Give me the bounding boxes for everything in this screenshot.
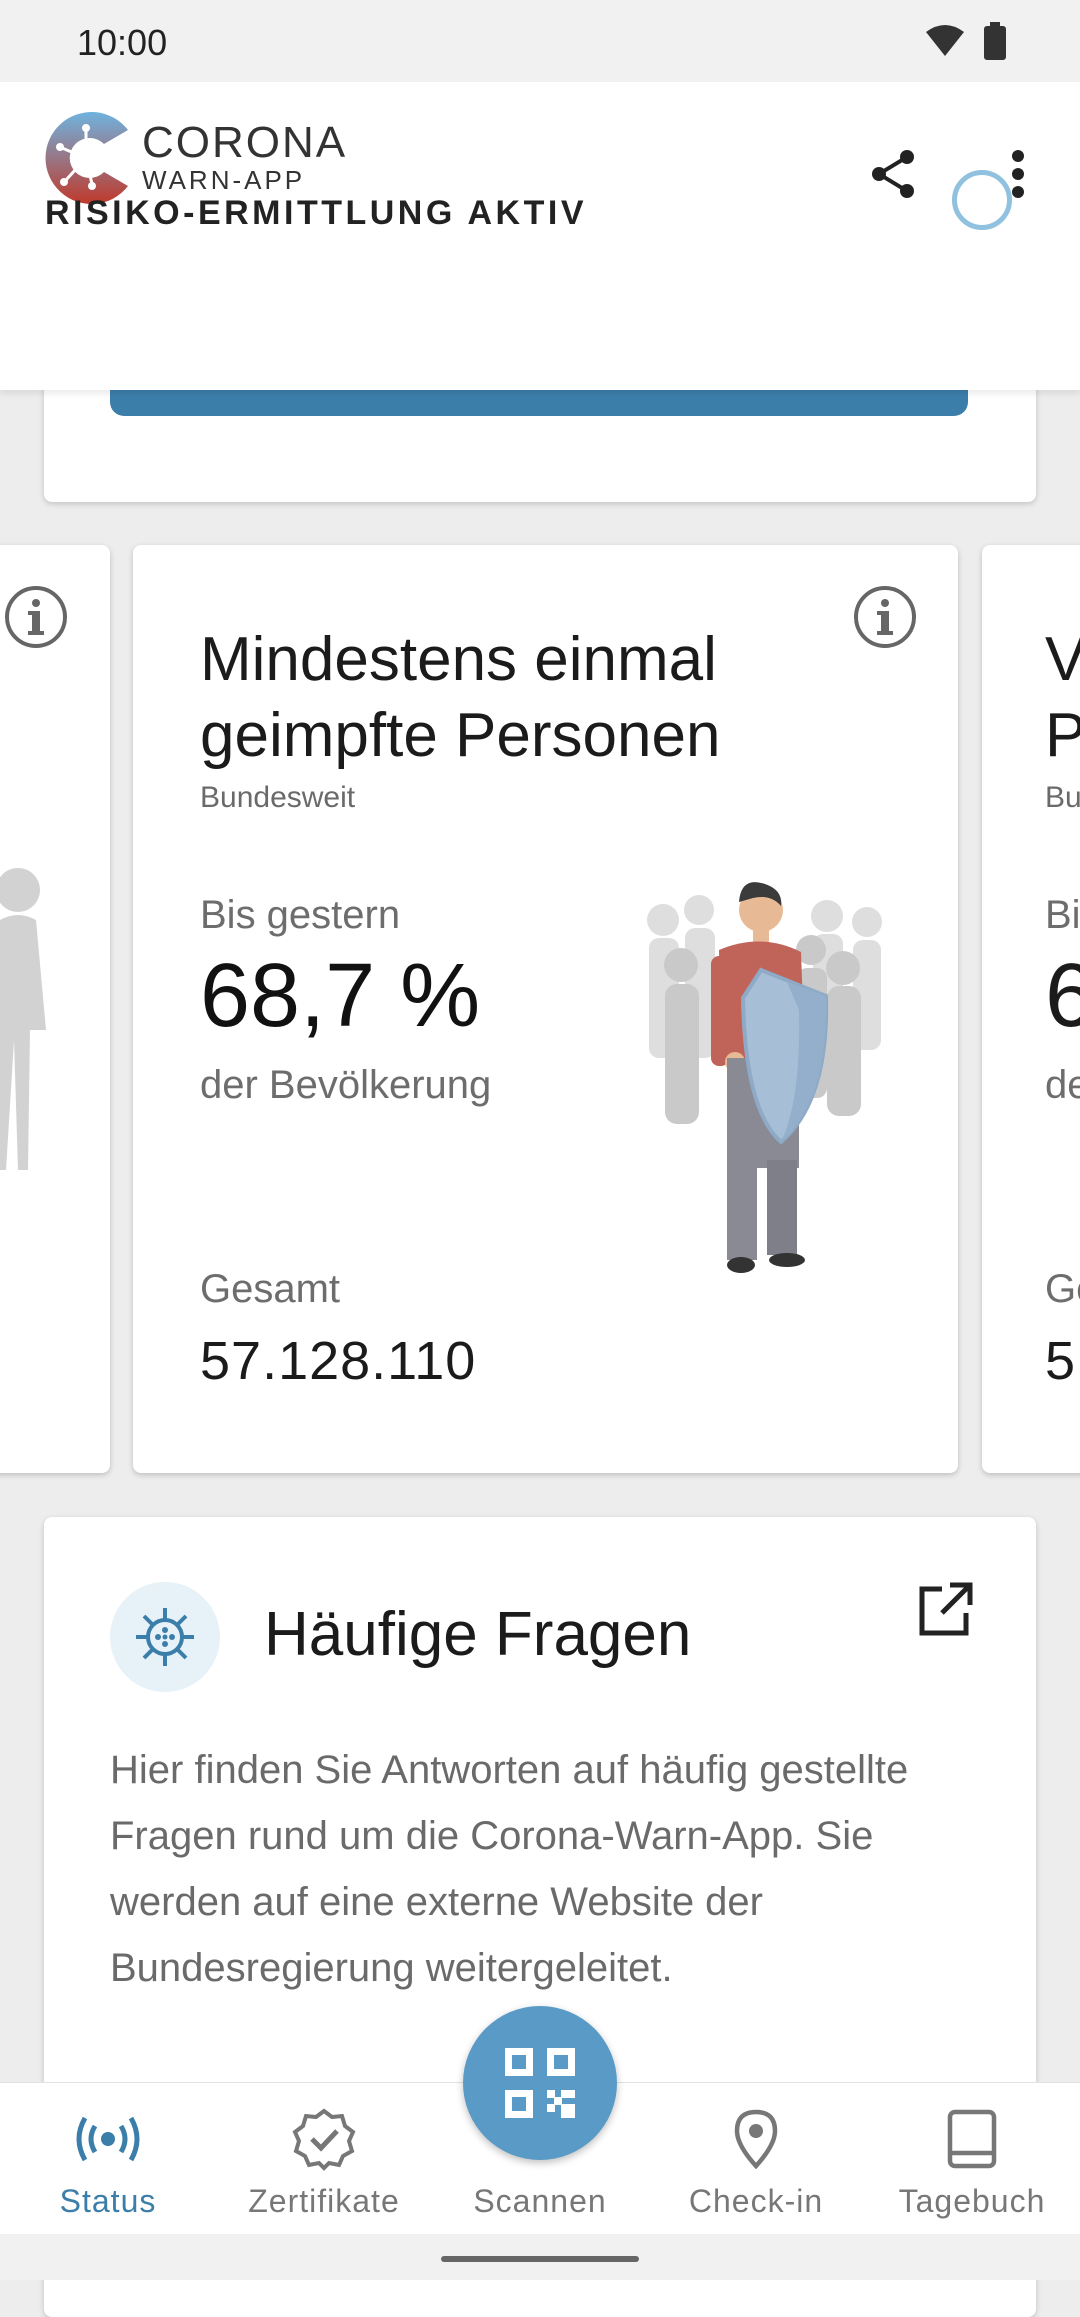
risk-progress-indicator — [952, 170, 1012, 230]
book-icon — [947, 2107, 997, 2171]
next-card-value2: 5 — [1045, 1331, 1076, 1391]
next-card-subtitle: Bu — [1045, 781, 1080, 814]
vaccinated-person-illustration — [647, 882, 882, 1273]
nav-item-tagebuch[interactable]: Tagebuch — [864, 2083, 1080, 2235]
app-logo: CORONA WARN-APP — [42, 108, 347, 208]
stat-primary-value: 68,7 % — [200, 946, 481, 1046]
risk-status-label[interactable]: RISIKO-ERMITTLUNG AKTIV — [45, 194, 587, 233]
battery-icon — [984, 22, 1006, 60]
logo-title: CORONA — [142, 118, 348, 167]
logo-subtitle: WARN-APP — [142, 165, 306, 195]
certificate-icon — [292, 2107, 356, 2171]
external-link-icon[interactable] — [916, 1579, 976, 1639]
gesture-handle[interactable] — [441, 2256, 639, 2262]
status-time: 10:00 — [77, 22, 168, 63]
stat-subtitle: Bundesweit — [200, 781, 356, 814]
stat-primary-label: Bis gestern — [200, 893, 401, 937]
stat-title: Mindestens einmal geimpfte Personen — [200, 625, 721, 770]
nav-item-zertifikate[interactable]: Zertifikate — [216, 2083, 432, 2235]
app-header: CORONA WARN-APP RISIKO-ERMITTLUNG AKTIV — [0, 82, 1080, 390]
next-card-label2: Ge — [1045, 1267, 1080, 1311]
next-card-value1: 6 — [1045, 946, 1080, 1046]
nav-label: Scannen — [473, 2183, 607, 2219]
virus-icon — [136, 1608, 194, 1666]
more-vertical-icon — [1012, 150, 1024, 198]
next-card-title: V P — [1045, 622, 1080, 774]
logo-text: CORONA WARN-APP — [142, 118, 348, 196]
faq-title: Häufige Fragen — [264, 1600, 692, 1669]
stat-card-previous[interactable] — [0, 545, 110, 1473]
corona-logo-icon — [45, 111, 129, 204]
share-button[interactable] — [854, 134, 934, 214]
stat-secondary-value: 57.128.110 — [200, 1331, 477, 1391]
status-bar: 10:00 — [0, 0, 1080, 82]
stat-secondary-label: Gesamt — [200, 1267, 341, 1311]
scan-fab-button[interactable] — [463, 2006, 617, 2160]
location-pin-icon — [734, 2107, 778, 2171]
person-silhouette-icon — [0, 868, 46, 1170]
next-card-title-line1: V — [1045, 625, 1080, 694]
nav-label: Tagebuch — [898, 2183, 1046, 2219]
qr-code-icon — [505, 2048, 575, 2118]
next-card-title-line2: P — [1045, 701, 1080, 770]
info-icon[interactable] — [853, 585, 917, 649]
wifi-icon — [926, 25, 964, 56]
broadcast-icon — [73, 2107, 143, 2171]
next-card-suffix: de — [1045, 1063, 1080, 1107]
nav-item-status[interactable]: Status — [0, 2083, 216, 2235]
next-card-label1: Bi — [1045, 893, 1080, 937]
share-icon — [872, 150, 914, 198]
stat-primary-suffix: der Bevölkerung — [200, 1063, 492, 1107]
info-icon[interactable] — [4, 585, 68, 649]
nav-label: Check-in — [688, 2183, 824, 2219]
status-icons — [924, 22, 1006, 60]
stat-card-next[interactable]: V P Bu Bi 6 de Ge 5 — [982, 545, 1080, 1473]
nav-item-check-in[interactable]: Check-in — [648, 2083, 864, 2235]
stat-card-vaccinated[interactable]: Mindestens einmal geimpfte Personen Bund… — [133, 545, 958, 1473]
nav-label: Status — [59, 2183, 157, 2219]
nav-label: Zertifikate — [248, 2183, 400, 2219]
faq-description: Hier finden Sie Antworten auf häufig ges… — [110, 1748, 909, 1990]
faq-icon-container — [110, 1582, 220, 1692]
